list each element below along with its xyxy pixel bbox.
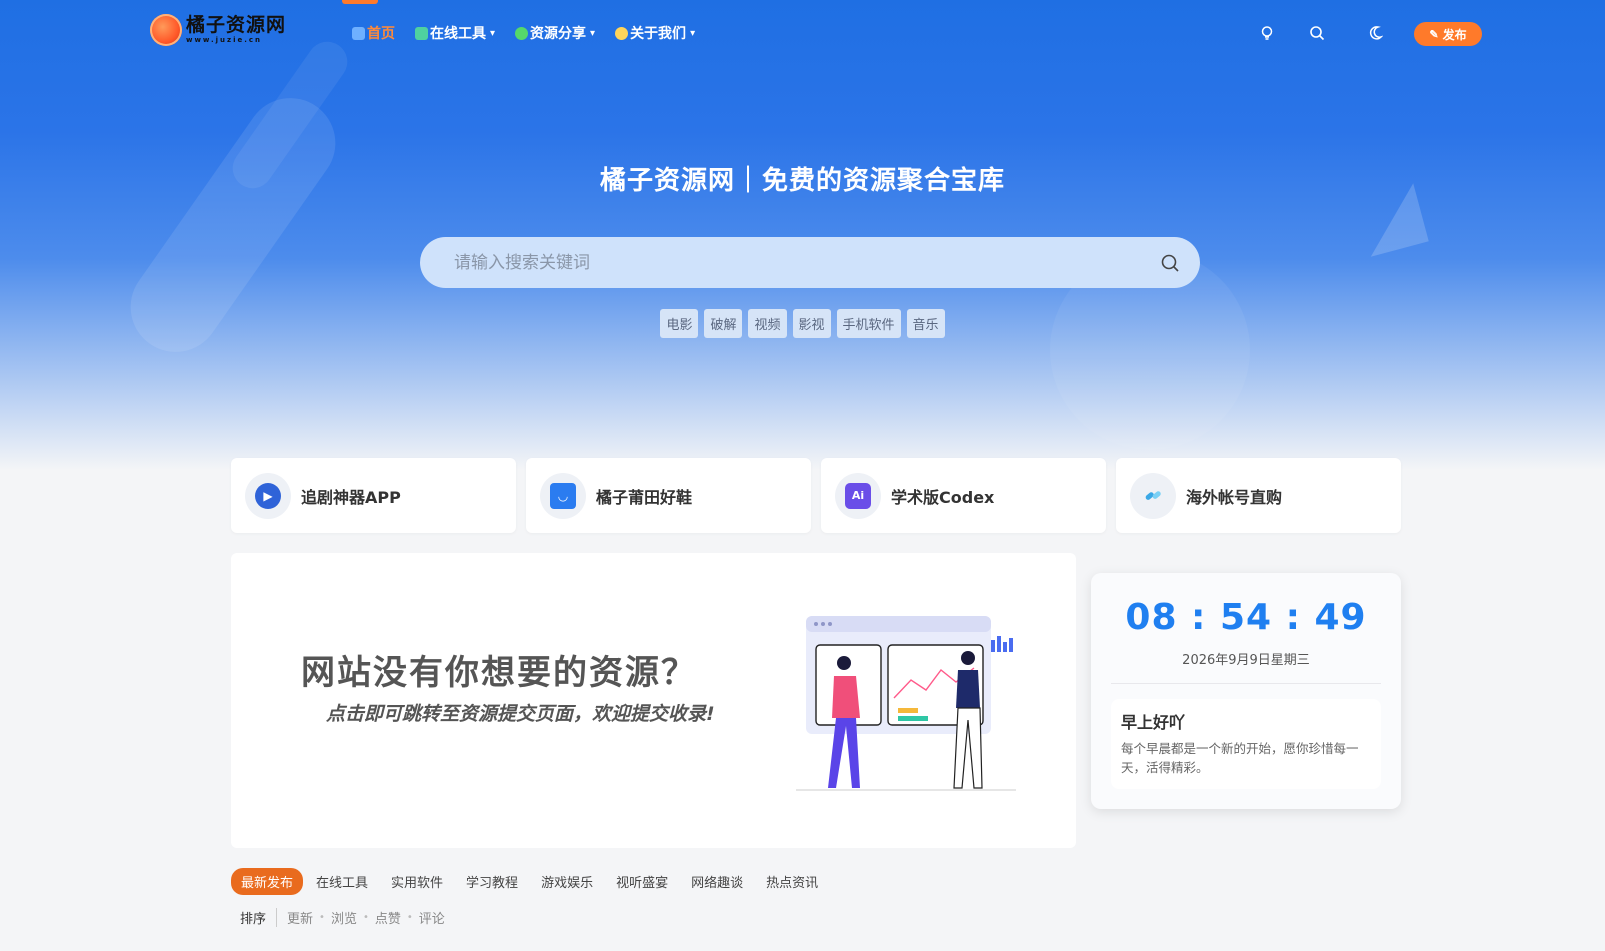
card-label: 橘子莆田好鞋 — [596, 487, 693, 507]
quick-links: ▶ 追剧神器APP ◡ 橘子莆田好鞋 Ai 学术版Codex 海外帐号直购 — [231, 458, 1411, 533]
sort-likes[interactable]: 点赞 — [375, 908, 401, 927]
tab-web-talk[interactable]: 网络趣谈 — [691, 872, 743, 891]
logo-name: 橘子资源网 — [186, 14, 287, 36]
play-icon: ▶ — [255, 482, 281, 509]
banner-subline: 点击即可跳转至资源提交页面，欢迎提交收录! — [326, 703, 715, 725]
ai-icon: Ai — [845, 482, 871, 509]
publish-label: 发布 — [1442, 27, 1467, 42]
tag-movie[interactable]: 电影 — [660, 309, 699, 338]
chevron-down-icon: ▾ — [690, 27, 696, 39]
card-label: 海外帐号直购 — [1186, 487, 1283, 507]
publish-button[interactable]: ✎ 发布 — [1414, 22, 1482, 46]
sort-updated[interactable]: 更新 — [287, 908, 313, 927]
clock-date: 2026年9月9日星期三 — [1182, 653, 1310, 668]
tab-software[interactable]: 实用软件 — [391, 872, 443, 891]
nav-item-about-us[interactable]: 关于我们 ▾ — [615, 23, 695, 43]
card-label: 学术版Codex — [891, 487, 995, 507]
nav-item-label: 在线工具 — [430, 26, 486, 42]
greeting-title: 早上好吖 — [1121, 713, 1186, 732]
greeting-text: 每个早晨都是一个新的开始，愿你珍惜每一天，活得精彩。 — [1121, 741, 1359, 775]
tab-games[interactable]: 游戏娱乐 — [541, 872, 593, 891]
search-icon[interactable] — [1306, 22, 1328, 44]
grid-icon — [415, 26, 428, 40]
nav-item-label: 关于我们 — [630, 26, 687, 42]
hot-tags: 电影 破解 视频 影视 手机软件 音乐 — [0, 309, 1605, 338]
top-nav: 橘子资源网 www.juzie.cn 首页 在线工具 ▾ 资源分享 ▾ 关于我们… — [0, 0, 1605, 68]
nav-item-label: 资源分享 — [530, 26, 587, 42]
lightbulb-icon[interactable] — [1256, 22, 1278, 44]
tag-film[interactable]: 影视 — [792, 309, 831, 338]
sort-bar: 排序 更新 • 浏览 • 点赞 • 评论 — [240, 908, 445, 927]
logo-orb-icon — [150, 14, 182, 46]
sort-comments[interactable]: 评论 — [419, 908, 445, 927]
nav-item-home[interactable]: 首页 — [352, 23, 395, 43]
nav-item-resource-share[interactable]: 资源分享 ▾ — [515, 23, 595, 43]
pencil-icon: ✎ — [1429, 28, 1439, 41]
chevron-down-icon: ▾ — [490, 27, 496, 39]
quick-link-card[interactable]: ◡ 橘子莆田好鞋 — [526, 458, 811, 533]
banner-illustration — [796, 616, 1016, 791]
divider — [1111, 683, 1381, 684]
clock-time: 08 : 54 : 49 — [1125, 597, 1367, 638]
share-icon — [515, 26, 529, 40]
site-logo[interactable]: 橘子资源网 www.juzie.cn — [150, 14, 286, 46]
nav-actions — [1256, 22, 1386, 44]
hero-title: 橘子资源网｜免费的资源聚合宝库 — [599, 166, 1005, 196]
tag-crack[interactable]: 破解 — [704, 309, 743, 338]
logo-domain: www.juzie.cn — [186, 36, 263, 44]
shopping-bag-icon: ◡ — [550, 482, 576, 509]
tab-media[interactable]: 视听盛宴 — [616, 872, 668, 891]
tab-hot-news[interactable]: 热点资讯 — [766, 872, 818, 891]
tab-tutorials[interactable]: 学习教程 — [466, 872, 518, 891]
moon-icon[interactable] — [1364, 22, 1386, 44]
hero-banner: 橘子资源网 www.juzie.cn 首页 在线工具 ▾ 资源分享 ▾ 关于我们… — [0, 0, 1605, 470]
tag-mobile-software[interactable]: 手机软件 — [836, 309, 901, 338]
nav-item-label: 首页 — [367, 26, 395, 42]
smile-icon — [615, 26, 629, 40]
quick-link-card[interactable]: ▶ 追剧神器APP — [231, 458, 516, 533]
search-input[interactable] — [420, 237, 1140, 288]
submit-resource-banner[interactable]: 网站没有你想要的资源？ 点击即可跳转至资源提交页面，欢迎提交收录! — [231, 553, 1076, 848]
chevron-down-icon: ▾ — [590, 27, 596, 39]
nav-menu: 首页 在线工具 ▾ 资源分享 ▾ 关于我们 ▾ — [352, 23, 715, 43]
quick-link-card[interactable]: Ai 学术版Codex — [821, 458, 1106, 533]
sort-views[interactable]: 浏览 — [331, 908, 357, 927]
tab-online-tools[interactable]: 在线工具 — [316, 872, 368, 891]
tag-video[interactable]: 视频 — [748, 309, 787, 338]
hero-search — [420, 237, 1200, 288]
home-icon — [352, 26, 365, 40]
greeting-box: 早上好吖 每个早晨都是一个新的开始，愿你珍惜每一天，活得精彩。 — [1111, 699, 1381, 789]
sort-label: 排序 — [240, 908, 278, 927]
clock-widget: 08 : 54 : 49 2026年9月9日星期三 早上好吖 每个早晨都是一个新… — [1091, 573, 1401, 809]
search-icon[interactable] — [1140, 237, 1200, 288]
tag-music[interactable]: 音乐 — [906, 309, 945, 338]
nav-active-indicator — [342, 0, 378, 4]
link-icon — [1140, 483, 1166, 509]
category-tabs: 最新发布 在线工具 实用软件 学习教程 游戏娱乐 视听盛宴 网络趣谈 热点资讯 — [231, 868, 841, 895]
card-label: 追剧神器APP — [301, 487, 401, 507]
tab-latest[interactable]: 最新发布 — [231, 868, 304, 895]
banner-headline: 网站没有你想要的资源？ — [301, 653, 697, 693]
quick-link-card[interactable]: 海外帐号直购 — [1116, 458, 1401, 533]
nav-item-online-tools[interactable]: 在线工具 ▾ — [415, 23, 495, 43]
